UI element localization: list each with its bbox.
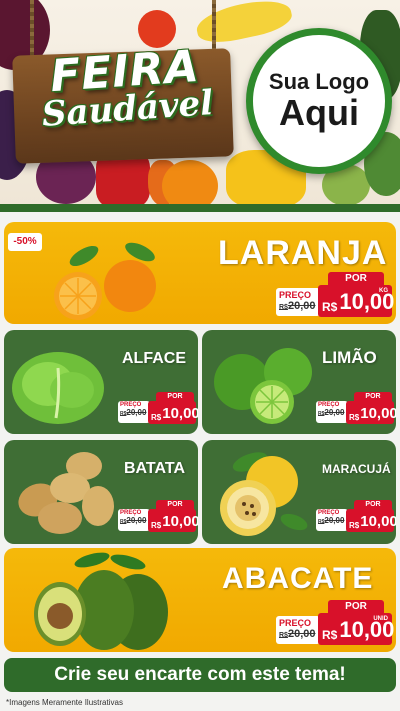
disclaimer-text: *Imagens Meramente Ilustrativas bbox=[6, 698, 123, 707]
price-value: 10,00 bbox=[360, 405, 396, 422]
avocado-icon bbox=[34, 552, 168, 650]
product-card-batata[interactable]: BATATA POR PREÇO R$20,00 R$ 10,00 bbox=[4, 440, 198, 544]
price-currency: R$ bbox=[349, 413, 360, 422]
price-value: 10,00 bbox=[162, 405, 198, 422]
lettuce-icon bbox=[12, 352, 104, 424]
price-currency: R$ bbox=[151, 521, 162, 530]
price-old: PREÇO R$20,00 bbox=[276, 288, 320, 316]
price-current: R$ 10,00 bbox=[148, 509, 198, 532]
price-tag-laranja: POR PREÇO R$20,00 R$ 10,00 KG bbox=[276, 272, 394, 320]
price-current: R$ 10,00 KG bbox=[318, 285, 394, 317]
logo-line2: Aqui bbox=[279, 92, 359, 134]
price-value: 10,00 bbox=[162, 513, 198, 530]
price-value: 10,00 bbox=[360, 513, 396, 530]
logo-placeholder[interactable]: Sua Logo Aqui bbox=[246, 28, 392, 174]
price-old-value: R$20,00 bbox=[318, 516, 345, 525]
price-old: PREÇO R$20,00 bbox=[316, 509, 348, 531]
price-unit: KG bbox=[379, 288, 388, 294]
price-old-value: R$20,00 bbox=[279, 300, 316, 312]
orange-illustration bbox=[162, 160, 218, 210]
price-preco-label: PREÇO bbox=[279, 618, 312, 628]
product-name-limao: LIMÃO bbox=[322, 348, 377, 367]
price-por-label: POR bbox=[328, 272, 384, 286]
price-currency: R$ bbox=[349, 521, 360, 530]
logo-line1: Sua Logo bbox=[268, 69, 370, 94]
price-current: R$ 10,00 bbox=[346, 509, 396, 532]
page-title: FEIRA Saudável bbox=[24, 41, 229, 135]
price-old-value: R$20,00 bbox=[318, 408, 345, 417]
product-card-laranja[interactable]: LARANJA POR PREÇO R$20,00 R$ 10,00 KG bbox=[4, 222, 396, 324]
price-por-label: POR bbox=[328, 600, 384, 614]
price-unit: UNID bbox=[373, 616, 388, 622]
price-old: PREÇO R$20,00 bbox=[276, 616, 320, 644]
product-name-batata: BATATA bbox=[124, 460, 186, 477]
sign-rope-left bbox=[30, 0, 34, 62]
price-current: R$ 10,00 bbox=[148, 401, 198, 424]
price-old: PREÇO R$20,00 bbox=[118, 509, 150, 531]
price-currency: R$ bbox=[151, 413, 162, 422]
price-tag-batata: POR PREÇO R$20,00 R$ 10,00 bbox=[118, 500, 198, 534]
cta-banner[interactable]: Crie seu encarte com este tema! bbox=[4, 658, 396, 692]
header-banner: FEIRA Saudável Sua Logo Aqui bbox=[0, 0, 400, 210]
lime-icon bbox=[214, 348, 312, 424]
price-preco-label: PREÇO bbox=[279, 290, 312, 300]
orange-icon bbox=[54, 242, 156, 320]
discount-badge: -50% bbox=[8, 233, 42, 251]
price-old: PREÇO R$20,00 bbox=[316, 401, 348, 423]
product-name-laranja: LARANJA bbox=[218, 234, 388, 272]
price-tag-limao: POR PREÇO R$20,00 R$ 10,00 bbox=[316, 392, 396, 426]
price-currency: R$ bbox=[322, 628, 338, 642]
product-card-alface[interactable]: ALFACE POR PREÇO R$20,00 R$ 10,00 bbox=[4, 330, 198, 434]
price-tag-maracuja: POR PREÇO R$20,00 R$ 10,00 bbox=[316, 500, 396, 534]
price-old: PREÇO R$20,00 bbox=[118, 401, 150, 423]
product-card-limao[interactable]: LIMÃO POR PREÇO R$20,00 R$ 10,00 bbox=[202, 330, 396, 434]
header-divider bbox=[0, 204, 400, 212]
potato-icon bbox=[18, 452, 114, 534]
price-current: R$ 10,00 UNID bbox=[318, 613, 394, 645]
price-old-value: R$20,00 bbox=[120, 408, 147, 417]
product-name-maracuja: MARACUJÁ bbox=[322, 462, 391, 476]
price-currency: R$ bbox=[322, 300, 338, 314]
price-tag-abacate: POR PREÇO R$20,00 R$ 10,00 UNID bbox=[276, 600, 394, 648]
product-name-alface: ALFACE bbox=[122, 350, 186, 367]
price-current: R$ 10,00 bbox=[346, 401, 396, 424]
price-old-value: R$20,00 bbox=[120, 516, 147, 525]
price-tag-alface: POR PREÇO R$20,00 R$ 10,00 bbox=[118, 392, 198, 426]
product-name-abacate: ABACATE bbox=[222, 562, 374, 595]
price-old-value: R$20,00 bbox=[279, 628, 316, 640]
product-card-abacate[interactable]: ABACATE POR PREÇO R$20,00 R$ 10,00 UNID bbox=[4, 548, 396, 652]
product-card-maracuja[interactable]: MARACUJÁ POR PREÇO R$20,00 R$ 10,00 bbox=[202, 440, 396, 544]
passion-fruit-icon bbox=[220, 452, 308, 536]
